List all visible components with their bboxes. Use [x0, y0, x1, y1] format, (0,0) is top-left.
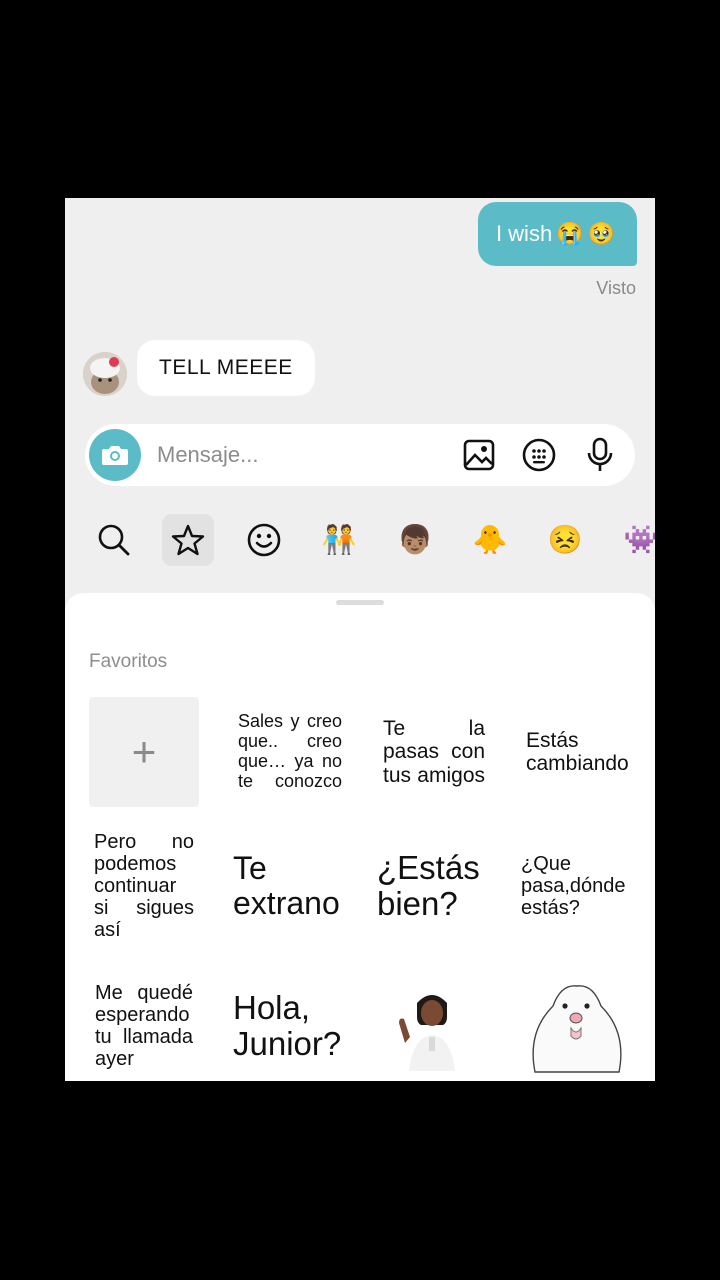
cat-avatar-icon: [83, 352, 127, 396]
seen-status: Visto: [596, 278, 636, 298]
tab-emoji[interactable]: [238, 514, 290, 566]
teal-face-icon: 😣: [547, 524, 583, 555]
search-icon: [98, 524, 130, 556]
sticker-item[interactable]: Sales y creo que.. creo que… ya no te co…: [235, 697, 345, 807]
smiley-icon: [247, 523, 281, 557]
sticker-text: Estás cambiando: [526, 728, 629, 775]
star-icon: [171, 524, 205, 556]
sticker-item[interactable]: Estás cambiando: [523, 697, 633, 807]
sent-message-bubble[interactable]: I wish 😭 🥹: [477, 202, 637, 266]
sticker-item[interactable]: Te la pasas con tus amigos: [379, 697, 489, 807]
sticker-text: Te extrano: [233, 849, 340, 921]
tab-favorites[interactable]: [162, 514, 214, 566]
camera-icon: [102, 446, 128, 465]
sticker-item[interactable]: Hola, Junior?: [233, 971, 343, 1081]
received-message-bubble[interactable]: TELL MEEEE: [137, 340, 315, 396]
chick-sticker-icon: 🐥: [472, 524, 508, 555]
sticker-panel: Favoritos + Sales y creo que.. creo que……: [65, 593, 655, 1081]
contact-avatar[interactable]: [83, 352, 127, 396]
sticker-icon: [522, 438, 556, 472]
sticker-item[interactable]: ¿Que pasa,dónde estás?: [521, 831, 631, 941]
chat-screen: I wish 😭 🥹 Visto TELL MEEEE Mensaje... 🧑…: [65, 198, 655, 1081]
pleading-emoji: 🥹: [587, 221, 615, 246]
sticker-button[interactable]: [520, 436, 558, 474]
sticker-item[interactable]: Me quedé esperando tu llamada ayer: [89, 971, 199, 1081]
favorites-label: Favoritos: [89, 651, 168, 672]
tab-avatar-pair[interactable]: 🧑‍🤝‍🧑: [313, 514, 365, 566]
image-icon: [463, 439, 495, 471]
sticker-text: Sales y creo que.. creo que… ya no te co…: [238, 711, 342, 791]
sticker-item[interactable]: Pero no podemos continuar si sigues así: [89, 831, 199, 941]
sticker-text: Hola, Junior?: [233, 988, 342, 1062]
message-input[interactable]: Mensaje...: [157, 442, 259, 468]
sticker-text: Pero no podemos continuar si sigues así: [94, 831, 194, 941]
avatar-curly-icon: 👦🏽: [397, 524, 433, 555]
received-message-text: TELL MEEEE: [159, 356, 293, 379]
sticker-text: Me quedé esperando tu llamada ayer: [95, 982, 193, 1070]
add-sticker-button[interactable]: +: [89, 697, 199, 807]
sticker-item[interactable]: ¿Estás bien?: [377, 831, 487, 941]
tab-teal-face[interactable]: 😣: [539, 514, 591, 566]
gallery-button[interactable]: [460, 436, 498, 474]
plus-icon: +: [131, 728, 157, 775]
sticker-text: ¿Estás bien?: [377, 848, 480, 922]
tab-avatar-curly[interactable]: 👦🏽: [389, 514, 441, 566]
sticker-text: Te la pasas con tus amigos: [383, 717, 485, 787]
sticker-item[interactable]: [377, 971, 487, 1081]
sent-message-text: I wish: [495, 221, 553, 246]
crying-emoji: 😭: [556, 221, 584, 246]
tab-chick[interactable]: 🐥: [464, 514, 516, 566]
microphone-icon: [587, 437, 613, 471]
white-creature-sticker: [532, 985, 622, 1073]
sticker-item[interactable]: Te extrano: [233, 831, 343, 941]
sticker-tab-bar: 🧑‍🤝‍🧑 👦🏽 🐥 😣 👾: [65, 512, 655, 568]
camera-button[interactable]: [89, 429, 141, 481]
avatar-pair-icon: 🧑‍🤝‍🧑: [321, 524, 357, 555]
person-sticker: [399, 995, 455, 1071]
tab-purple-monster[interactable]: 👾: [615, 514, 655, 566]
sticker-text: ¿Que pasa,dónde estás?: [521, 853, 626, 919]
voice-button[interactable]: [581, 436, 619, 474]
sticker-item[interactable]: [521, 971, 631, 1081]
message-composer: Mensaje...: [85, 424, 635, 486]
tab-search[interactable]: [88, 514, 140, 566]
purple-monster-icon: 👾: [623, 524, 655, 555]
drag-handle[interactable]: [336, 600, 384, 605]
